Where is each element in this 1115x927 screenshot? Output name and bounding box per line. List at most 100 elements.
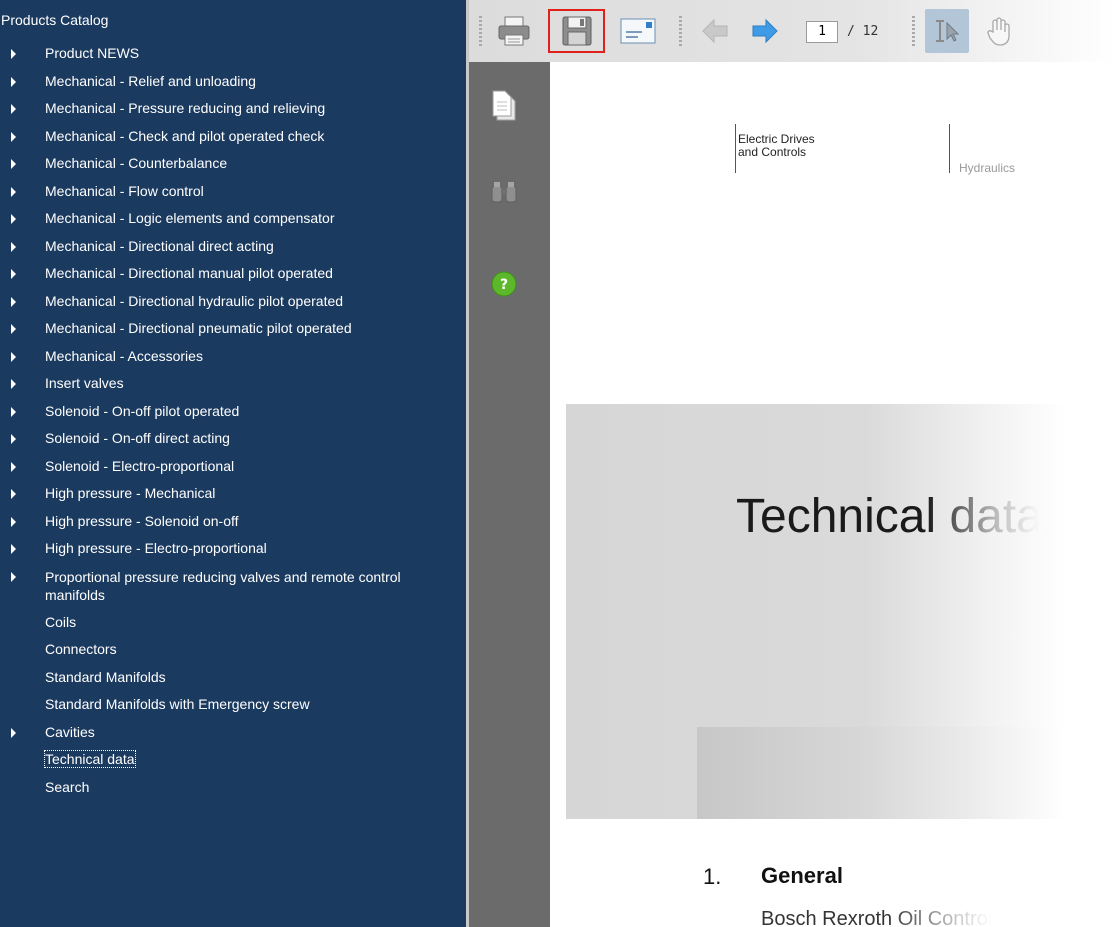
- expand-arrow-icon[interactable]: [11, 544, 16, 554]
- text-select-tool-button[interactable]: [925, 9, 969, 53]
- expand-arrow-icon[interactable]: [11, 324, 16, 334]
- sidebar-item[interactable]: Product NEWS: [0, 40, 466, 68]
- expand-arrow-icon[interactable]: [11, 49, 16, 59]
- sidebar-item[interactable]: Insert valves: [0, 370, 466, 398]
- toolbar-grip: [479, 16, 482, 46]
- expand-arrow-icon[interactable]: [11, 186, 16, 197]
- sidebar-item[interactable]: High pressure - Electro-proportional: [0, 535, 466, 563]
- section-number: 1.: [703, 864, 722, 889]
- sidebar-item[interactable]: Mechanical - Pressure reducing and relie…: [0, 95, 466, 123]
- sidebar-item[interactable]: Mechanical - Directional pneumatic pilot…: [0, 315, 466, 343]
- expand-arrow-icon[interactable]: [11, 406, 16, 417]
- sidebar-item-label: Mechanical - Directional direct acting: [45, 237, 274, 254]
- hand-tool-icon: [987, 17, 1010, 46]
- sidebar-item-label: Mechanical - Directional hydraulic pilot…: [45, 292, 344, 309]
- sidebar-item[interactable]: High pressure - Mechanical: [0, 480, 466, 508]
- sidebar-item[interactable]: Technical data: [0, 746, 466, 774]
- sidebar-item-label: Standard Manifolds: [45, 668, 166, 685]
- header-line-2: and Controls: [738, 145, 807, 159]
- print-icon: [498, 16, 530, 46]
- find-icon: [491, 182, 517, 203]
- sidebar-item-label: Mechanical - Accessories: [45, 347, 203, 364]
- sidebar-item[interactable]: Mechanical - Directional hydraulic pilot…: [0, 288, 466, 316]
- pages-button[interactable]: [490, 90, 518, 127]
- sidebar-item[interactable]: Solenoid - Electro-proportional: [0, 453, 466, 481]
- expand-arrow-icon[interactable]: [11, 241, 16, 252]
- sidebar-item[interactable]: Mechanical - Check and pilot operated ch…: [0, 123, 466, 151]
- sidebar-item[interactable]: Coils: [0, 609, 466, 637]
- print-button[interactable]: [491, 12, 537, 50]
- sidebar-item[interactable]: Connectors: [0, 636, 466, 664]
- expand-arrow-icon[interactable]: [11, 434, 16, 444]
- expand-arrow-icon[interactable]: [11, 489, 16, 499]
- previous-page-button[interactable]: [695, 12, 735, 50]
- sidebar-item[interactable]: Mechanical - Logic elements and compensa…: [0, 205, 466, 233]
- sidebar-list: Product NEWS Mechanical - Relief and unlo…: [0, 40, 466, 801]
- sidebar-item-label: Mechanical - Relief and unloading: [45, 72, 256, 89]
- expand-arrow-icon[interactable]: [11, 516, 16, 527]
- sidebar-item-label: Search: [45, 778, 90, 795]
- header-brand: Hydraulics: [959, 161, 1016, 175]
- viewer-toolbar: 1 / 12: [469, 0, 1115, 62]
- sidebar-item[interactable]: Standard Manifolds: [0, 664, 466, 692]
- page-number-input[interactable]: 1: [806, 21, 838, 43]
- sidebar-item-label: Mechanical - Check and pilot operated ch…: [45, 127, 325, 144]
- svg-text:?: ?: [500, 277, 508, 293]
- sidebar-item-label: High pressure - Solenoid on-off: [45, 512, 239, 529]
- sidebar-item[interactable]: Solenoid - On-off pilot operated: [0, 398, 466, 426]
- expand-arrow-icon[interactable]: [11, 351, 16, 362]
- help-button[interactable]: ?: [490, 270, 518, 303]
- sidebar-item[interactable]: High pressure - Solenoid on-off: [0, 508, 466, 536]
- sidebar-item-label: Mechanical - Flow control: [45, 182, 204, 199]
- section-body-text: Bosch Rexroth Oil Control: [761, 908, 992, 927]
- sidebar-item[interactable]: Proportional pressure reducing valves an…: [0, 563, 466, 609]
- page-total-label: / 12: [847, 24, 879, 39]
- sidebar-item-label: Connectors: [45, 641, 117, 657]
- email-icon: [620, 18, 656, 44]
- header-rule: [949, 124, 950, 173]
- expand-arrow-icon[interactable]: [11, 104, 16, 114]
- sidebar-item[interactable]: Search: [0, 774, 466, 802]
- catalog-sidebar: Products Catalog Product NEWS Mechanical …: [0, 0, 466, 927]
- email-button[interactable]: [613, 12, 663, 50]
- header-rule: [735, 124, 736, 173]
- expand-arrow-icon[interactable]: [11, 379, 16, 389]
- sidebar-item[interactable]: Mechanical - Directional direct acting: [0, 233, 466, 261]
- sidebar-item[interactable]: Solenoid - On-off direct acting: [0, 425, 466, 453]
- expand-arrow-icon[interactable]: [11, 159, 16, 169]
- expand-arrow-icon[interactable]: [11, 214, 16, 224]
- sidebar-item-label: Coils: [45, 613, 77, 630]
- sidebar-title[interactable]: Products Catalog: [1, 11, 108, 29]
- expand-arrow-icon[interactable]: [11, 571, 16, 582]
- sidebar-item[interactable]: Mechanical - Relief and unloading: [0, 68, 466, 96]
- sidebar-item[interactable]: Cavities: [0, 719, 466, 747]
- help-icon: ?: [491, 271, 517, 297]
- toolbar-grip: [912, 16, 915, 46]
- save-icon: [562, 16, 591, 46]
- sidebar-item[interactable]: Mechanical - Flow control: [0, 178, 466, 206]
- hand-tool-button[interactable]: [979, 12, 1019, 50]
- sidebar-item-label: Technical data: [44, 750, 136, 768]
- sidebar-item-label: High pressure - Electro-proportional: [45, 540, 267, 556]
- expand-arrow-icon[interactable]: [11, 76, 16, 87]
- sidebar-item[interactable]: Mechanical - Accessories: [0, 343, 466, 371]
- expand-arrow-icon[interactable]: [11, 296, 16, 307]
- sidebar-item-label: Proportional pressure reducing valves an…: [45, 568, 401, 603]
- sidebar-item-label: High pressure - Mechanical: [45, 485, 216, 501]
- sidebar-item-label: Mechanical - Pressure reducing and relie…: [45, 100, 326, 116]
- find-button[interactable]: [490, 180, 518, 209]
- document-page: Electric Drives and Controls Hydraulics …: [550, 62, 1115, 927]
- sidebar-item[interactable]: Mechanical - Directional manual pilot op…: [0, 260, 466, 288]
- expand-arrow-icon[interactable]: [11, 269, 16, 279]
- expand-arrow-icon[interactable]: [11, 727, 16, 738]
- header-division: Electric Drives and Controls: [738, 133, 815, 159]
- sidebar-item-label: Cavities: [45, 723, 95, 740]
- sidebar-item-label: Mechanical - Directional manual pilot op…: [45, 265, 333, 281]
- save-button[interactable]: [548, 9, 605, 53]
- sidebar-item[interactable]: Standard Manifolds with Emergency screw: [0, 691, 466, 719]
- sidebar-item[interactable]: Mechanical - Counterbalance: [0, 150, 466, 178]
- back-arrow-icon: [702, 18, 728, 44]
- expand-arrow-icon[interactable]: [11, 131, 16, 142]
- expand-arrow-icon[interactable]: [11, 461, 16, 472]
- next-page-button[interactable]: [745, 12, 785, 50]
